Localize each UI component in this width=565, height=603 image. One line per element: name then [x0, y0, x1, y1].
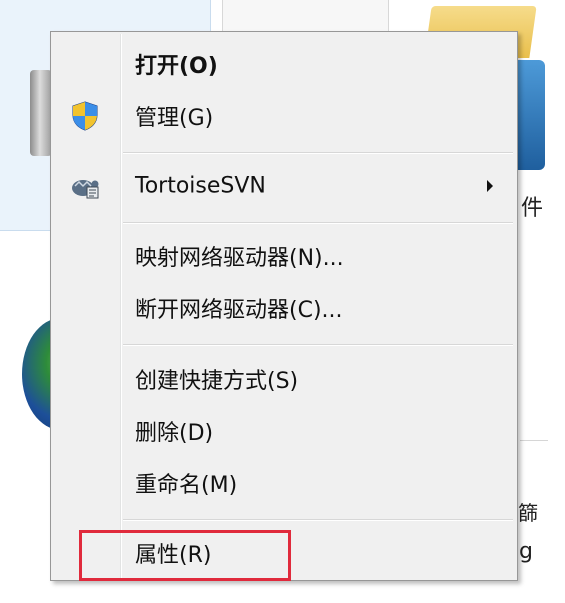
background-text-fragment: 件	[521, 196, 544, 221]
menu-item-delete[interactable]: 删除(D)	[53, 408, 515, 454]
desktop-screenshot: 件 篩 g 打开(O) 管理(G) TortoiseSVN 映射网络驱动器(N)…	[0, 0, 565, 603]
menu-item-tortoisesvn[interactable]: TortoiseSVN	[53, 163, 515, 209]
menu-item-label: 创建快捷方式(S)	[135, 369, 299, 394]
menu-item-label: 管理(G)	[135, 106, 214, 131]
menu-item-label: TortoiseSVN	[135, 173, 266, 199]
background-text-fragment: g	[519, 539, 533, 564]
menu-item-label: 删除(D)	[135, 421, 214, 446]
menu-item-manage[interactable]: 管理(G)	[53, 93, 515, 139]
menu-item-label: 重命名(M)	[135, 473, 238, 498]
menu-separator	[123, 344, 513, 346]
drive-icon	[30, 70, 52, 156]
submenu-arrow-icon	[487, 180, 493, 192]
highlight-annotation-box	[79, 530, 291, 581]
context-menu: 打开(O) 管理(G) TortoiseSVN 映射网络驱动器(N)... 断开…	[50, 31, 518, 581]
menu-separator	[123, 222, 513, 224]
tortoisesvn-icon	[69, 170, 101, 202]
menu-item-open[interactable]: 打开(O)	[53, 41, 515, 87]
background-window-tab	[222, 0, 389, 34]
background-divider	[520, 440, 548, 441]
menu-item-rename[interactable]: 重命名(M)	[53, 460, 515, 506]
menu-item-label: 映射网络驱动器(N)...	[135, 246, 344, 271]
menu-item-map-network-drive[interactable]: 映射网络驱动器(N)...	[53, 233, 515, 279]
menu-item-create-shortcut[interactable]: 创建快捷方式(S)	[53, 356, 515, 402]
menu-item-label: 打开(O)	[135, 54, 218, 79]
background-text-fragment: 篩	[518, 501, 538, 525]
menu-item-label: 断开网络驱动器(C)...	[135, 298, 343, 323]
menu-separator	[123, 519, 513, 521]
menu-separator	[123, 152, 513, 154]
menu-item-disconnect-network-drive[interactable]: 断开网络驱动器(C)...	[53, 285, 515, 331]
uac-shield-icon	[69, 100, 101, 132]
